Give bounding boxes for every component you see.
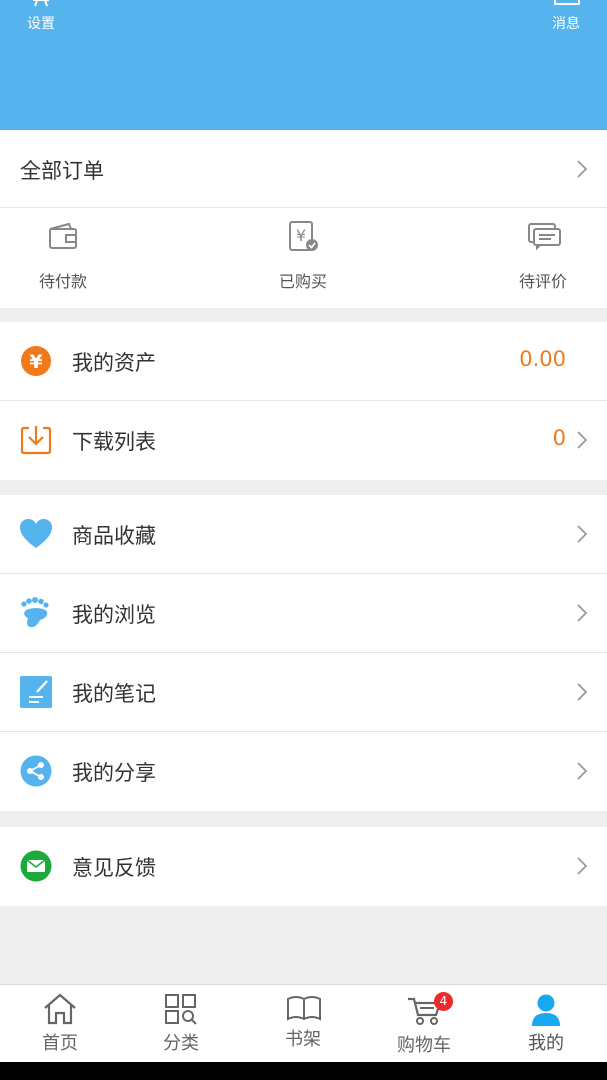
collections-section: 商品收藏 我的浏览 我的笔记 我的分享 [0,495,607,811]
profile-header: 设置 消息 [0,0,607,130]
order-pending-review-label: 待评价 [518,272,567,291]
note-icon [20,676,52,708]
share-label: 我的分享 [72,761,156,785]
download-list-label: 下载列表 [72,430,156,454]
svg-text:¥: ¥ [29,351,42,373]
download-list-row[interactable]: 下载列表 0 [0,401,607,480]
category-icon [165,994,197,1025]
browse-history-row[interactable]: 我的浏览 [0,574,607,653]
feedback-section: 意见反馈 [0,827,607,906]
message-icon [554,0,580,5]
home-icon [44,993,76,1025]
feedback-label: 意见反馈 [72,856,156,880]
tab-category[interactable]: 分类 [121,985,241,1063]
messages-label: 消息 [552,16,580,32]
share-icon [20,755,52,787]
chevron-right-icon [577,683,587,701]
comment-icon [528,223,561,251]
assets-section: ¥ 我的资产 0.00 下载列表 0 [0,322,607,480]
svg-text:¥: ¥ [296,226,306,245]
yuan-coin-icon: ¥ [21,346,51,376]
my-assets-value: 0.00 [519,347,566,371]
my-assets-label: 我的资产 [72,351,156,375]
bookshelf-icon [287,996,321,1021]
tab-home[interactable]: 首页 [0,985,120,1063]
heart-icon [20,519,52,548]
tab-me-label: 我的 [528,1033,564,1054]
cart-badge: 4 [434,992,453,1011]
chevron-right-icon [577,431,587,449]
wallet-icon [49,222,77,249]
tab-cart-label: 购物车 [397,1035,451,1056]
all-orders-title: 全部订单 [20,159,104,183]
share-row[interactable]: 我的分享 [0,732,607,811]
purchased-receipt-icon: ¥ [289,221,318,251]
gear-icon [33,0,49,7]
order-purchased-label: 已购买 [278,272,327,291]
user-icon [532,994,560,1026]
favorites-label: 商品收藏 [72,524,156,548]
chevron-right-icon [577,525,587,543]
chevron-right-icon [577,857,587,875]
chevron-right-icon [577,762,587,780]
settings-label: 设置 [27,16,55,32]
tab-home-label: 首页 [42,1033,78,1054]
browse-history-label: 我的浏览 [72,603,156,627]
download-count: 0 [552,426,566,450]
feedback-row[interactable]: 意见反馈 [0,827,607,906]
bottom-tab-bar: 首页 分类 书架 4 购物车 我的 [0,984,607,1062]
mail-icon [20,850,52,882]
order-pending-payment-label: 待付款 [38,272,87,291]
system-navigation-bar [0,1062,607,1080]
tab-me[interactable]: 我的 [486,985,606,1063]
chevron-right-icon [577,160,587,178]
orders-section: 全部订单 待付款 ¥ 已购买 待评价 [0,130,607,308]
tab-category-label: 分类 [163,1033,199,1054]
download-icon [20,426,52,455]
tab-bookshelf[interactable]: 书架 [243,985,363,1063]
all-orders-row[interactable]: 全部订单 [0,130,607,208]
chevron-right-icon [577,604,587,622]
tab-cart[interactable]: 4 购物车 [364,985,484,1063]
footprint-icon [21,597,49,628]
notes-row[interactable]: 我的笔记 [0,653,607,732]
favorites-row[interactable]: 商品收藏 [0,495,607,574]
my-assets-row[interactable]: ¥ 我的资产 0.00 [0,322,607,401]
notes-label: 我的笔记 [72,682,156,706]
tab-bookshelf-label: 书架 [285,1029,321,1050]
